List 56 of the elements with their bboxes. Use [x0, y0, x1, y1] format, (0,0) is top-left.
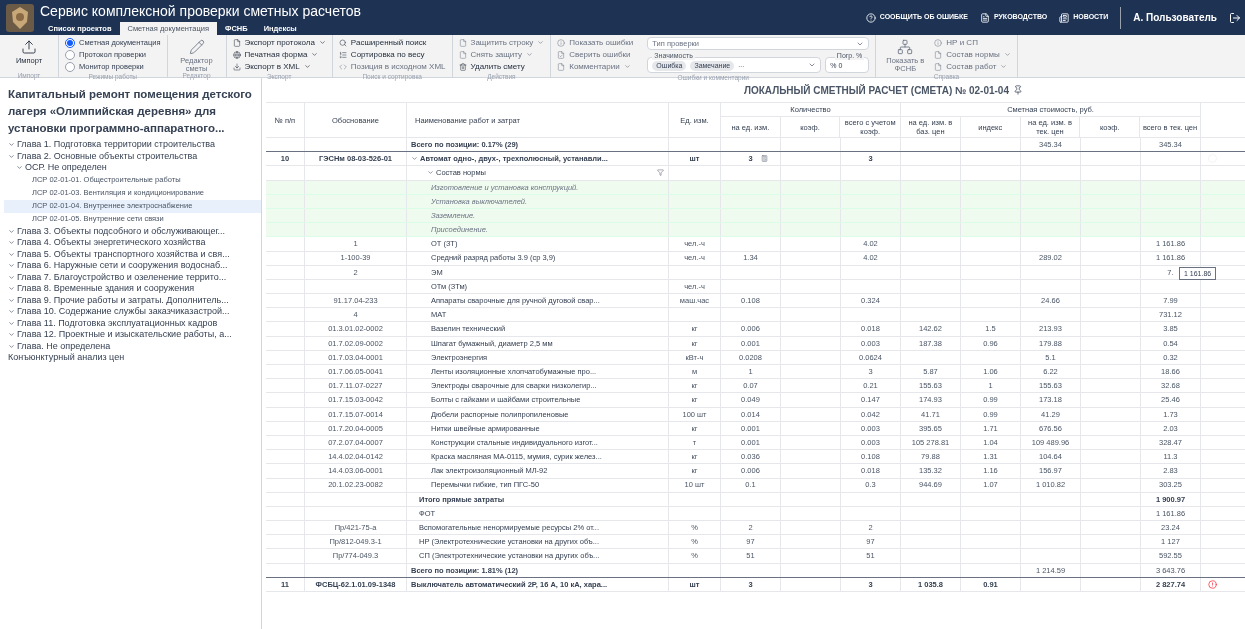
- caret-icon: [623, 63, 631, 70]
- help-icon: [865, 12, 876, 23]
- diagram-icon: [897, 39, 914, 55]
- user-name[interactable]: А. Пользователь: [1133, 10, 1217, 25]
- document-icon: [458, 38, 467, 47]
- pin-icon[interactable]: [1013, 85, 1023, 95]
- chevron-icon[interactable]: [427, 169, 434, 177]
- trash-icon: [458, 62, 467, 71]
- estimate-title: ЛОКАЛЬНЫЙ СМЕТНЫЙ РАСЧЕТ (СМЕТА) № 02-01-04: [743, 83, 1009, 98]
- code-icon: [338, 62, 347, 71]
- tree-item[interactable]: Глава 6. Наружные сети и сооружения водоснаб...: [4, 260, 261, 272]
- filter-icon[interactable]: [657, 169, 664, 177]
- tree-item[interactable]: Глава 12. Проектные и изыскательские работы, а...: [4, 329, 261, 341]
- pencil-icon: [188, 39, 205, 55]
- document-check-icon: [557, 50, 566, 59]
- tree-item[interactable]: Глава 4. Объекты энергетического хозяйства: [4, 237, 261, 249]
- document-icon: [232, 38, 241, 47]
- download-icon: [232, 62, 241, 71]
- document-icon: [979, 12, 990, 23]
- tree-item[interactable]: Глава 3. Объекты подсобного и обслуживающег...: [4, 225, 261, 237]
- globe-icon: [232, 50, 241, 59]
- app-title: Сервис комплексной проверки сметных расчетов: [40, 2, 362, 21]
- chevron-icon[interactable]: [411, 155, 418, 163]
- document-icon: [934, 62, 943, 71]
- ribbon-button[interactable]: Удалить смету: [458, 61, 545, 72]
- caret-icon: [808, 61, 817, 69]
- tree-item[interactable]: Глава. Не определена: [4, 340, 261, 352]
- ribbon-button[interactable]: Сортировка по весу: [338, 49, 446, 60]
- tree-item[interactable]: Глава 5. Объекты транспортного хозяйства и свя...: [4, 248, 261, 260]
- ribbon-button[interactable]: Печатная форма: [232, 49, 326, 60]
- project-title: Капитальный ремонт помещения детского лагеря «Олимпийская деревня» для установки программно-аппаратного...: [7, 87, 253, 136]
- tree-item[interactable]: ОСР. Не определен: [4, 162, 261, 174]
- document-icon: [934, 50, 943, 59]
- tree-item[interactable]: Глава 1. Подготовка территории строительства: [4, 139, 261, 151]
- tree-item[interactable]: Глава 8. Временные здания и сооружения: [4, 283, 261, 295]
- info-icon: [934, 38, 943, 47]
- document-icon: [458, 50, 467, 59]
- search-icon: [338, 38, 347, 47]
- emblem-logo: [6, 3, 34, 32]
- tree-item[interactable]: Глава 10. Содержание службы заказчиказастрой...: [4, 306, 261, 318]
- tree-item[interactable]: Конъюнктурный анализ цен: [4, 352, 261, 364]
- document-icon: [557, 62, 566, 71]
- list-icon: [338, 50, 347, 59]
- upload-icon: [21, 39, 37, 55]
- ribbon-button[interactable]: Экспорт протокола: [232, 37, 326, 48]
- ribbon-button[interactable]: Экспорт в XML: [232, 61, 326, 72]
- info-icon: [557, 38, 566, 47]
- ribbon-button[interactable]: Расширенный поиск: [338, 37, 446, 48]
- tree-item[interactable]: Глава 11. Подготовка эксплуатационных кадров: [4, 317, 261, 329]
- tree-item[interactable]: Глава 9. Прочие работы и затраты. Дополнитель...: [4, 294, 261, 306]
- calculator-icon[interactable]: [761, 155, 768, 163]
- newspaper-icon: [1059, 12, 1070, 23]
- error-icon[interactable]: [1207, 579, 1217, 589]
- tree-item[interactable]: Глава 7. Благоустройство и озеленение террито...: [4, 271, 261, 283]
- logout-icon[interactable]: [1229, 11, 1241, 24]
- tree-item[interactable]: Глава 2. Основные объекты строительства: [4, 150, 261, 162]
